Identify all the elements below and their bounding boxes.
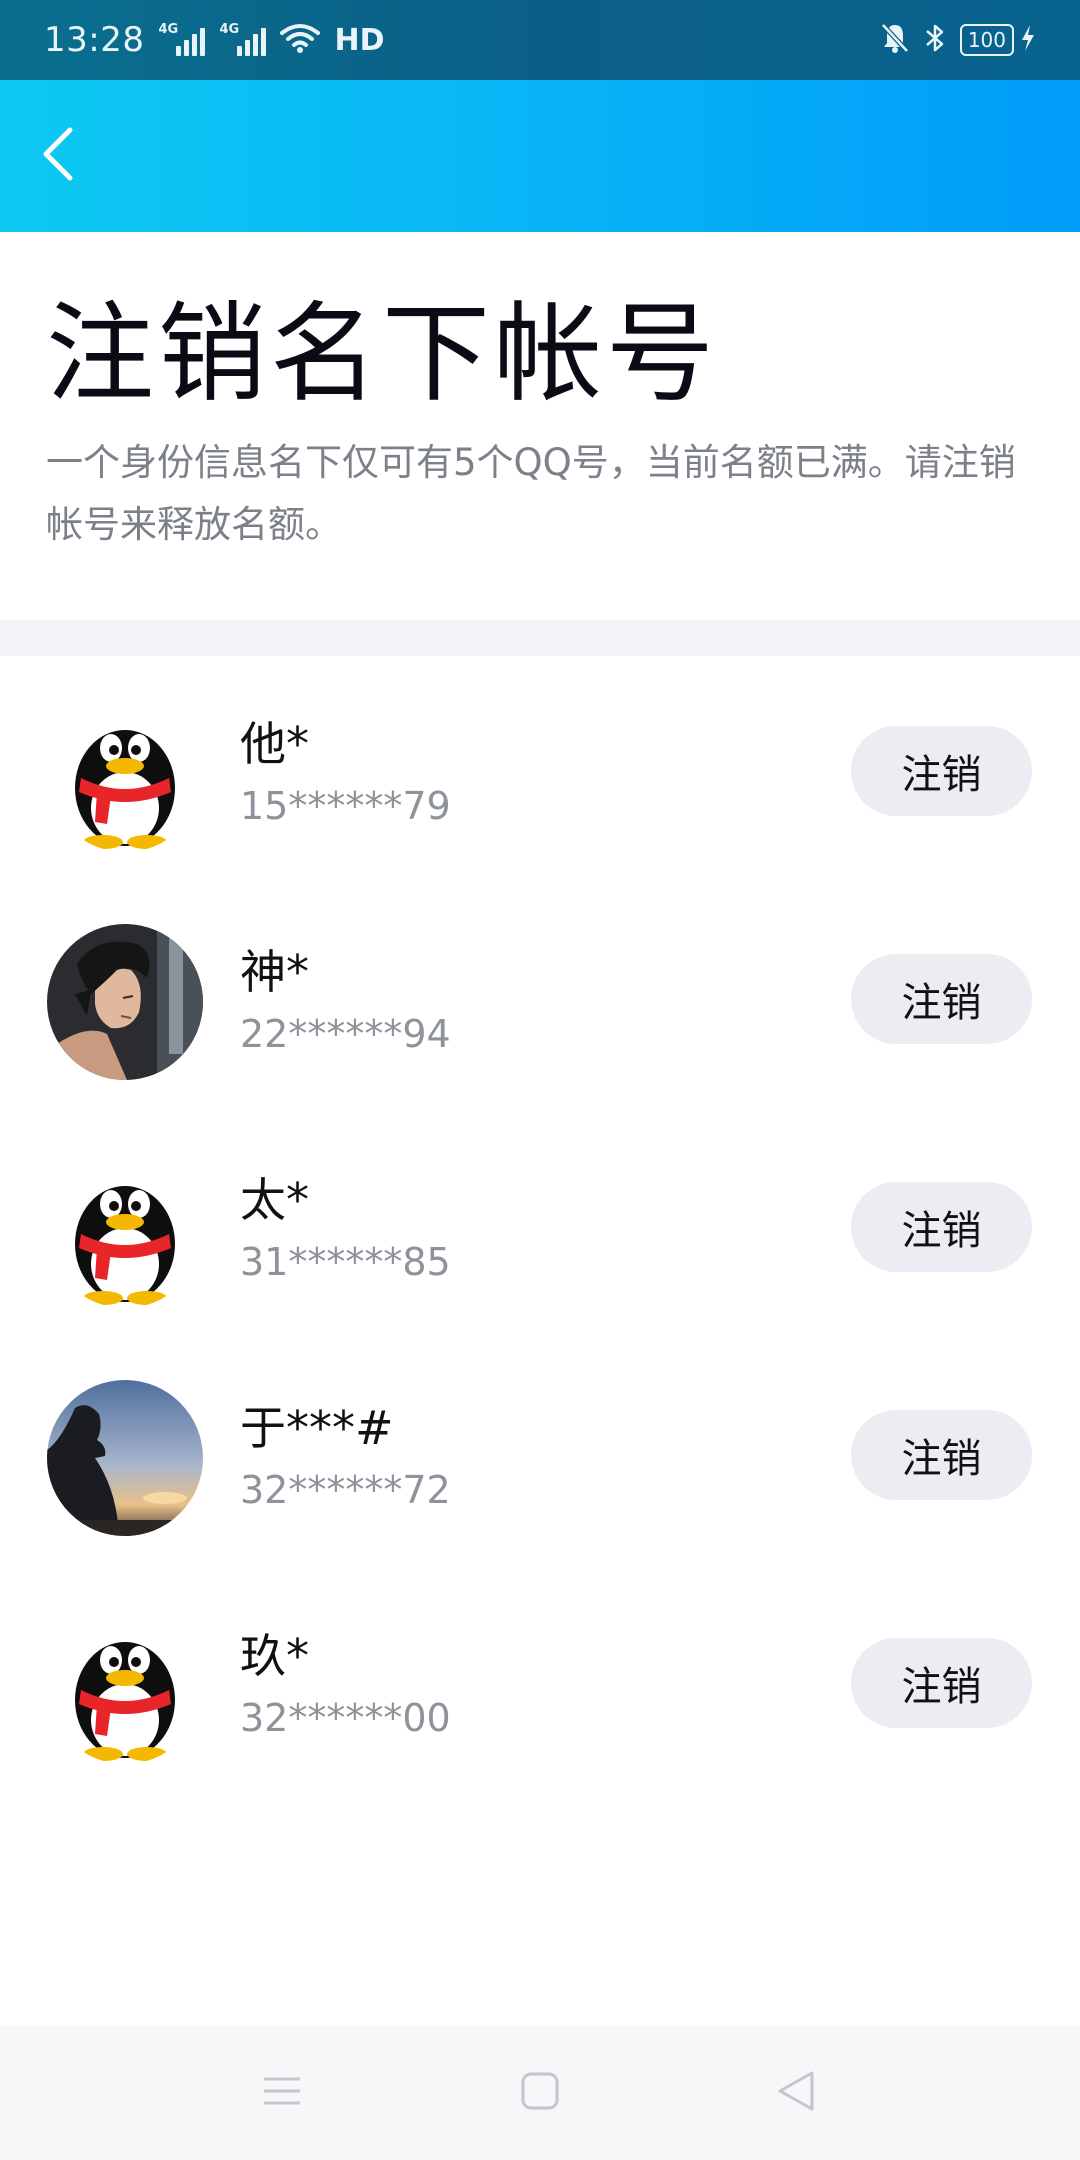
account-name: 太* (240, 1173, 309, 1227)
mute-bell-icon (880, 22, 910, 58)
battery-indicator: 100 (959, 24, 1036, 56)
signal-label: 4G (219, 22, 240, 37)
hd-label: HD (334, 22, 385, 58)
account-row: 于***# 32******72 注销 (0, 1340, 1080, 1568)
status-time: 13:28 (44, 20, 145, 60)
qq-penguin-avatar (47, 1152, 203, 1308)
status-left: 13:28 4G 4G HD (44, 20, 385, 60)
signal-icon: 4G (219, 22, 267, 56)
recent-apps-button[interactable] (222, 2026, 342, 2160)
account-row: 神* 22******94 注销 (0, 884, 1080, 1112)
deregister-button[interactable]: 注销 (851, 954, 1032, 1044)
back-triangle-icon (776, 2070, 816, 2116)
account-number: 32******72 (240, 1468, 451, 1512)
status-bar: 13:28 4G 4G HD 100 (0, 0, 1080, 80)
account-list: 他* 15******79 注销 神* 22******94 注销 太* 31*… (0, 656, 1080, 1796)
battery-level: 100 (959, 24, 1014, 56)
menu-icon (262, 2073, 302, 2113)
account-number: 31******85 (240, 1240, 451, 1284)
qq-penguin-avatar (47, 1608, 203, 1764)
page-title: 注销名下帐号 (46, 292, 719, 417)
account-row: 玖* 32******00 注销 (0, 1568, 1080, 1796)
account-number: 22******94 (240, 1012, 451, 1056)
account-name: 神* (240, 945, 309, 999)
section-divider (0, 620, 1080, 656)
anime-character-avatar (47, 924, 203, 1080)
deregister-button[interactable]: 注销 (851, 1638, 1032, 1728)
deregister-button[interactable]: 注销 (851, 1410, 1032, 1500)
home-square-icon (520, 2071, 560, 2115)
page-description: 一个身份信息名下仅可有5个QQ号，当前名额已满。请注销帐号来释放名额。 (46, 441, 1016, 546)
bluetooth-icon (924, 22, 946, 58)
charging-icon (1020, 24, 1036, 56)
deregister-button[interactable]: 注销 (851, 726, 1032, 816)
account-name: 于***# (240, 1401, 394, 1455)
account-number: 32******00 (240, 1696, 451, 1740)
system-back-button[interactable] (736, 2026, 856, 2160)
back-button[interactable] (18, 116, 98, 196)
qq-penguin-avatar (47, 696, 203, 852)
status-right: 100 (880, 22, 1036, 58)
account-name: 他* (240, 717, 309, 771)
chevron-left-icon (38, 124, 78, 188)
account-number: 15******79 (240, 784, 451, 828)
deregister-button[interactable]: 注销 (851, 1182, 1032, 1272)
signal-icon: 4G (158, 22, 206, 56)
account-name: 玖* (240, 1629, 309, 1683)
wifi-icon (280, 22, 321, 58)
home-button[interactable] (480, 2026, 600, 2160)
system-nav-bar (0, 2026, 1080, 2160)
account-row: 太* 31******85 注销 (0, 1112, 1080, 1340)
sunset-silhouette-avatar (47, 1380, 203, 1536)
signal-label: 4G (158, 22, 179, 37)
app-header (0, 80, 1080, 232)
account-row: 他* 15******79 注销 (0, 656, 1080, 884)
